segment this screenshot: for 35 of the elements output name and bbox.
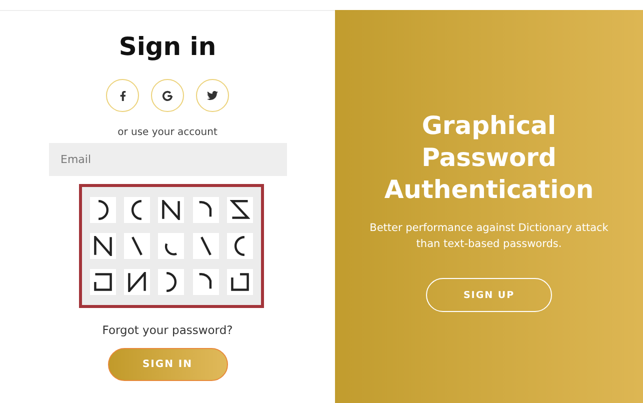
sign-in-button[interactable]: SIGN IN [108, 348, 228, 381]
pattern-tile[interactable] [158, 233, 184, 259]
overlay-title: Graphical Password Authentication [383, 110, 595, 206]
twitter-icon [207, 90, 218, 101]
zigzag-stroke-icon [161, 200, 182, 220]
pattern-tile[interactable] [90, 233, 116, 259]
pattern-tile[interactable] [226, 233, 253, 259]
sign-in-title: Sign in [118, 31, 216, 63]
pattern-tile[interactable] [226, 269, 253, 295]
forgot-password-link[interactable]: Forgot your password? [102, 323, 233, 337]
zigzag-stroke-icon [93, 236, 114, 256]
bracket-stroke-icon [93, 272, 114, 292]
pattern-tile[interactable] [90, 197, 116, 223]
sign-up-button[interactable]: SIGN UP [426, 278, 552, 312]
bracket-stroke-icon [230, 272, 250, 292]
social-button[interactable] [196, 79, 229, 112]
pattern-tile[interactable] [158, 269, 184, 295]
facebook-icon [118, 90, 128, 100]
zigzag-stroke-icon [230, 200, 250, 220]
pattern-tile[interactable] [192, 233, 219, 259]
google-icon [162, 90, 173, 102]
social-button[interactable] [151, 79, 184, 112]
pattern-tile[interactable] [124, 269, 150, 295]
divider-text: or use your account [118, 127, 218, 138]
email-field[interactable]: Email [48, 143, 286, 176]
pattern-tile[interactable] [158, 197, 184, 223]
overlay-text: Better performance against Dictionary attack than text-based passwords. [369, 221, 609, 252]
pattern-tile[interactable] [124, 197, 150, 223]
pattern-tile[interactable] [124, 233, 150, 259]
social-button[interactable] [106, 79, 139, 112]
zigzag-stroke-icon [127, 272, 148, 292]
pattern-tile[interactable] [192, 269, 219, 295]
pattern-tile[interactable] [226, 197, 253, 223]
pattern-tile[interactable] [192, 197, 219, 223]
pattern-tile[interactable] [90, 269, 116, 295]
